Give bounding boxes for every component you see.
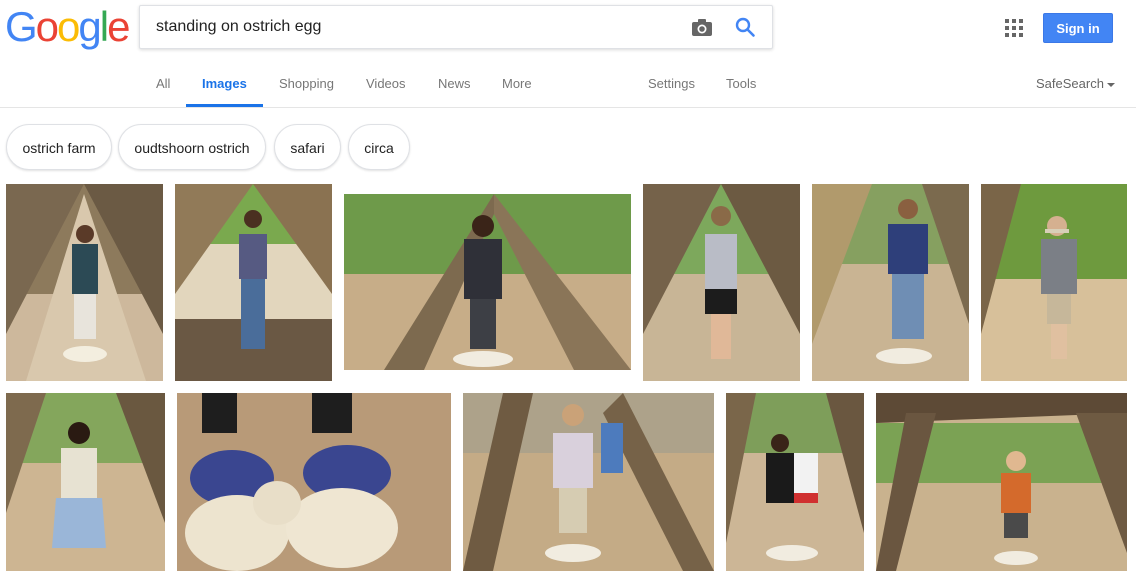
image-result[interactable] xyxy=(726,393,864,571)
tab-videos[interactable]: Videos xyxy=(366,76,406,91)
tab-settings[interactable]: Settings xyxy=(648,76,695,91)
logo-letter-6: e xyxy=(107,3,130,50)
image-result[interactable] xyxy=(981,184,1127,381)
sign-in-button[interactable]: Sign in xyxy=(1043,13,1113,43)
image-result[interactable] xyxy=(876,393,1127,571)
search-input[interactable] xyxy=(156,6,676,48)
chip-safari[interactable]: safari xyxy=(274,124,341,170)
chip-ostrich-farm[interactable]: ostrich farm xyxy=(6,124,112,170)
active-tab-indicator xyxy=(186,104,263,107)
search-box xyxy=(139,5,773,49)
search-icon[interactable] xyxy=(734,16,756,38)
tab-all[interactable]: All xyxy=(156,76,170,91)
image-result[interactable] xyxy=(6,184,163,381)
logo-letter-2: o xyxy=(35,3,59,50)
image-result[interactable] xyxy=(177,393,451,571)
image-result[interactable] xyxy=(812,184,969,381)
image-result[interactable] xyxy=(344,194,631,370)
apps-grid-icon[interactable] xyxy=(1005,19,1023,37)
search-tabs: All Images Shopping Videos News More Set… xyxy=(0,60,1136,108)
image-result[interactable] xyxy=(175,184,332,381)
logo-letter-3: o xyxy=(57,3,80,50)
logo-letter-5: l xyxy=(99,3,109,50)
image-result[interactable] xyxy=(463,393,714,571)
logo-letter-4: g xyxy=(78,3,101,50)
safesearch-label: SafeSearch xyxy=(1036,76,1104,91)
chip-oudtshoorn-ostrich[interactable]: oudtshoorn ostrich xyxy=(118,124,266,170)
tab-shopping[interactable]: Shopping xyxy=(279,76,334,91)
chip-circa[interactable]: circa xyxy=(348,124,410,170)
tab-news[interactable]: News xyxy=(438,76,471,91)
tab-images[interactable]: Images xyxy=(202,76,247,91)
tab-tools[interactable]: Tools xyxy=(726,76,756,91)
safesearch-dropdown[interactable]: SafeSearch xyxy=(1036,76,1115,91)
camera-icon[interactable] xyxy=(691,17,713,37)
image-result[interactable] xyxy=(643,184,800,381)
logo-letter-1: G xyxy=(5,3,38,50)
caret-down-icon xyxy=(1106,82,1115,87)
image-result[interactable] xyxy=(6,393,165,571)
tab-more[interactable]: More xyxy=(502,76,532,91)
google-logo[interactable]: Google xyxy=(5,3,130,50)
